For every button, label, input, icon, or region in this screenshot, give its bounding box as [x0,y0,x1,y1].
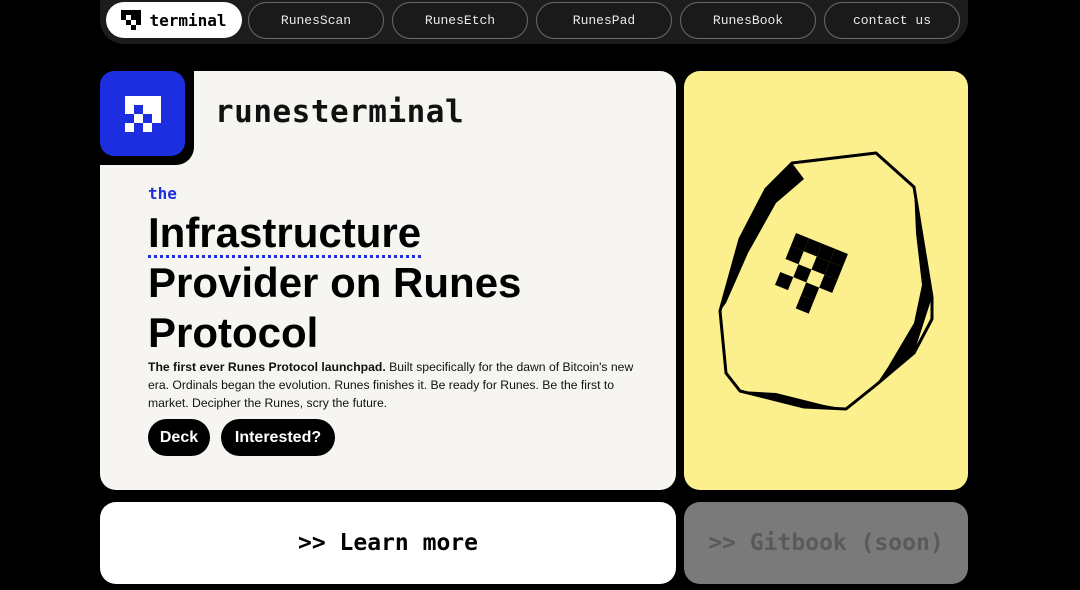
nav-item-runesetch[interactable]: RunesEtch [392,2,528,39]
headline: Infrastructure Provider on Runes Protoco… [148,208,648,358]
gitbook-button: >> Gitbook (soon) [684,502,968,584]
learn-more-button[interactable]: >> Learn more [100,502,676,584]
rune-stone-icon [718,151,934,411]
description-lead: The first ever Runes Protocol launchpad. [148,360,386,374]
description: The first ever Runes Protocol launchpad.… [148,358,638,412]
deck-button[interactable]: Deck [148,419,210,456]
headline-line-3: Protocol [148,309,319,356]
kicker-text: the [148,184,177,203]
brand-logo[interactable] [100,71,185,156]
nav-brand-button[interactable]: terminal [106,2,242,38]
nav-item-runesbook[interactable]: RunesBook [680,2,816,39]
nav-brand-label: terminal [149,10,227,30]
nav-item-contact-us[interactable]: contact us [824,2,960,39]
headline-line-1: Infrastructure [148,209,422,258]
runes-logo-icon [124,95,161,132]
nav-item-runesscan[interactable]: RunesScan [248,2,384,39]
interested-button[interactable]: Interested? [221,419,335,456]
nav-item-runespad[interactable]: RunesPad [536,2,672,39]
brand-title: runesterminal [215,94,465,130]
hero-art-card [684,71,968,490]
headline-line-2: Provider on Runes [148,259,522,306]
runes-logo-icon [121,10,142,30]
